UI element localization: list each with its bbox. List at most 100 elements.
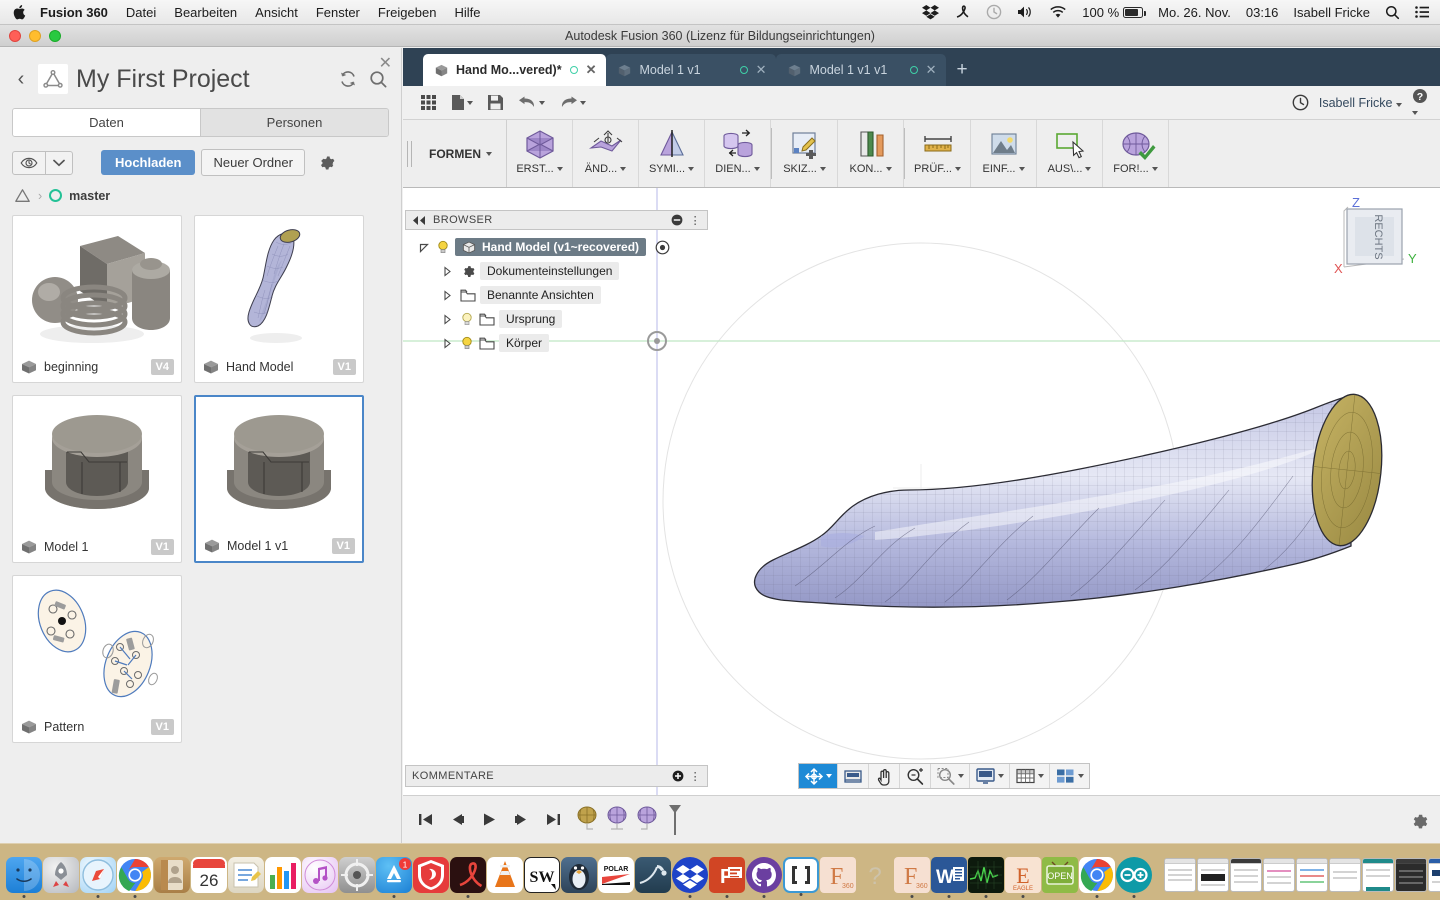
document-tab-model-1-v1-v1[interactable]: Model 1 v1 v1 ✕ [776, 54, 947, 86]
acrobat-icon[interactable] [954, 4, 971, 20]
calendar-icon[interactable]: 26 [191, 857, 227, 893]
arduino-icon[interactable] [1116, 857, 1152, 893]
menu-datei[interactable]: Datei [126, 5, 156, 20]
dropbox-icon[interactable] [672, 857, 708, 893]
menu-fusion-360[interactable]: Fusion 360 [40, 5, 108, 20]
job-status-clock-icon[interactable] [1292, 94, 1309, 111]
minimized-window[interactable] [1296, 858, 1328, 892]
fusion360-icon[interactable]: F 360 [820, 857, 856, 893]
tab-personen[interactable]: Personen [201, 109, 388, 136]
account-menu[interactable]: Isabell Fricke [1319, 96, 1402, 110]
menu-hilfe[interactable]: Hilfe [454, 5, 480, 20]
tree-node-hand-model[interactable]: Hand Model (v1~recovered) [405, 235, 708, 259]
show-data-panel-icon[interactable] [415, 91, 442, 114]
tree-node-dokumenteinstellungen[interactable]: Dokumenteinstellungen [405, 259, 708, 283]
document-tab-hand-model[interactable]: Hand Mo...vered)* ✕ [423, 54, 607, 86]
view-cube[interactable]: Z X Y RECHTS [1324, 193, 1428, 283]
ribbon-group-aendern[interactable]: ÄND... [573, 120, 639, 187]
data-panel-close-icon[interactable]: ✕ [379, 53, 392, 73]
timeline-feature-base[interactable] [575, 804, 599, 834]
new-folder-button[interactable]: Neuer Ordner [201, 149, 305, 176]
timeline-feature-edit[interactable] [635, 804, 659, 834]
breadcrumb[interactable]: › master [14, 188, 401, 203]
itunes-icon[interactable] [302, 857, 338, 893]
menu-ansicht[interactable]: Ansicht [255, 5, 298, 20]
fusion360-icon[interactable]: F 360 [894, 857, 930, 893]
timeline-step-back-icon[interactable] [447, 810, 467, 830]
data-item-card[interactable]: Pattern V1 [12, 575, 182, 743]
eagle-icon[interactable]: E EAGLE [1005, 857, 1041, 893]
github-icon[interactable] [746, 857, 782, 893]
expand-arrow-icon[interactable] [443, 289, 455, 301]
data-panel-tabs[interactable]: Daten Personen [12, 108, 389, 137]
contacts-icon[interactable] [154, 857, 190, 893]
document-tab-model-1-v1[interactable]: Model 1 v1 ✕ [606, 54, 777, 86]
chrome-icon[interactable] [1079, 857, 1115, 893]
pan-hand-icon[interactable] [869, 764, 900, 788]
minimized-window[interactable] [1230, 858, 1262, 892]
new-tab-plus-icon[interactable]: + [946, 59, 977, 86]
mysql-icon[interactable] [635, 857, 671, 893]
zoom-icon[interactable] [900, 764, 931, 788]
expand-arrow-icon[interactable] [443, 313, 455, 325]
expand-arrow-icon[interactable] [419, 242, 431, 253]
tab-close-icon[interactable]: ✕ [586, 62, 597, 78]
minimized-window[interactable] [1395, 858, 1427, 892]
grid-snaps-icon[interactable] [1010, 764, 1050, 788]
panel-resize-handle[interactable]: ⋮ [690, 214, 701, 227]
minimized-window[interactable] [1164, 858, 1196, 892]
solidworks-icon[interactable]: SW [524, 857, 560, 893]
data-item-card-selected[interactable]: Model 1 v1 V1 [194, 395, 364, 563]
dropbox-icon[interactable] [922, 4, 940, 20]
unknown-app-icon[interactable]: ? [857, 857, 893, 893]
minimized-window[interactable] [1263, 858, 1295, 892]
data-item-card[interactable]: Hand Model V1 [194, 215, 364, 383]
ribbon-group-skizze[interactable]: SKIZ... [772, 120, 838, 187]
timeline-marker-handle[interactable] [667, 804, 683, 836]
light-bulb-icon[interactable] [460, 312, 474, 326]
ribbon-group-auswahl[interactable]: AUS\... [1037, 120, 1103, 187]
data-item-card[interactable]: Model 1 V1 [12, 395, 182, 563]
chevron-left-icon[interactable]: ‹ [12, 68, 30, 91]
battery-status[interactable]: 100 % [1082, 5, 1146, 20]
ribbon-group-pruefen[interactable]: PRÜF... [905, 120, 971, 187]
chrome-icon[interactable] [117, 857, 153, 893]
refresh-icon[interactable] [337, 68, 359, 90]
expand-arrow-icon[interactable] [443, 337, 455, 349]
vlc-icon[interactable] [487, 857, 523, 893]
settings-gear-icon[interactable] [1409, 812, 1428, 831]
numbers-icon[interactable] [265, 857, 301, 893]
viewports-icon[interactable] [1050, 764, 1089, 788]
expand-arrow-icon[interactable] [443, 265, 455, 277]
powerpoint-icon[interactable]: P [709, 857, 745, 893]
version-history-button[interactable] [12, 150, 73, 175]
upload-button[interactable]: Hochladen [101, 150, 196, 175]
collapse-left-icon[interactable] [412, 215, 426, 225]
safari-icon[interactable] [80, 857, 116, 893]
minimized-window[interactable] [1362, 858, 1394, 892]
antivirus-icon[interactable] [413, 857, 449, 893]
volume-icon[interactable] [1017, 5, 1034, 19]
minimized-window[interactable] [1329, 858, 1361, 892]
ribbon-group-konstruieren[interactable]: KON... [838, 120, 904, 187]
spotlight-search-icon[interactable] [1385, 5, 1400, 20]
notes-icon[interactable] [228, 857, 264, 893]
brackets-icon[interactable] [783, 857, 819, 893]
look-at-icon[interactable] [838, 764, 869, 788]
ribbon-group-erstellen[interactable]: ERST... [507, 120, 573, 187]
undo-icon[interactable] [513, 92, 550, 114]
display-settings-icon[interactable] [970, 764, 1010, 788]
matlab-icon[interactable] [968, 857, 1004, 893]
light-bulb-icon[interactable] [436, 240, 450, 254]
ribbon-group-form-beenden[interactable]: FOR!... [1103, 120, 1169, 187]
finder-icon[interactable] [6, 857, 42, 893]
chevron-down-icon[interactable] [45, 151, 72, 174]
ribbon-group-dienstprogramme[interactable]: DIEN... [705, 120, 771, 187]
open-icon[interactable]: OPEN [1042, 857, 1078, 893]
time-machine-icon[interactable] [986, 4, 1002, 20]
penguin-icon[interactable] [561, 857, 597, 893]
acrobat-icon[interactable] [450, 857, 486, 893]
tree-node-koerper[interactable]: Körper [405, 331, 708, 355]
menu-freigeben[interactable]: Freigeben [378, 5, 437, 20]
system-preferences-icon[interactable] [339, 857, 375, 893]
